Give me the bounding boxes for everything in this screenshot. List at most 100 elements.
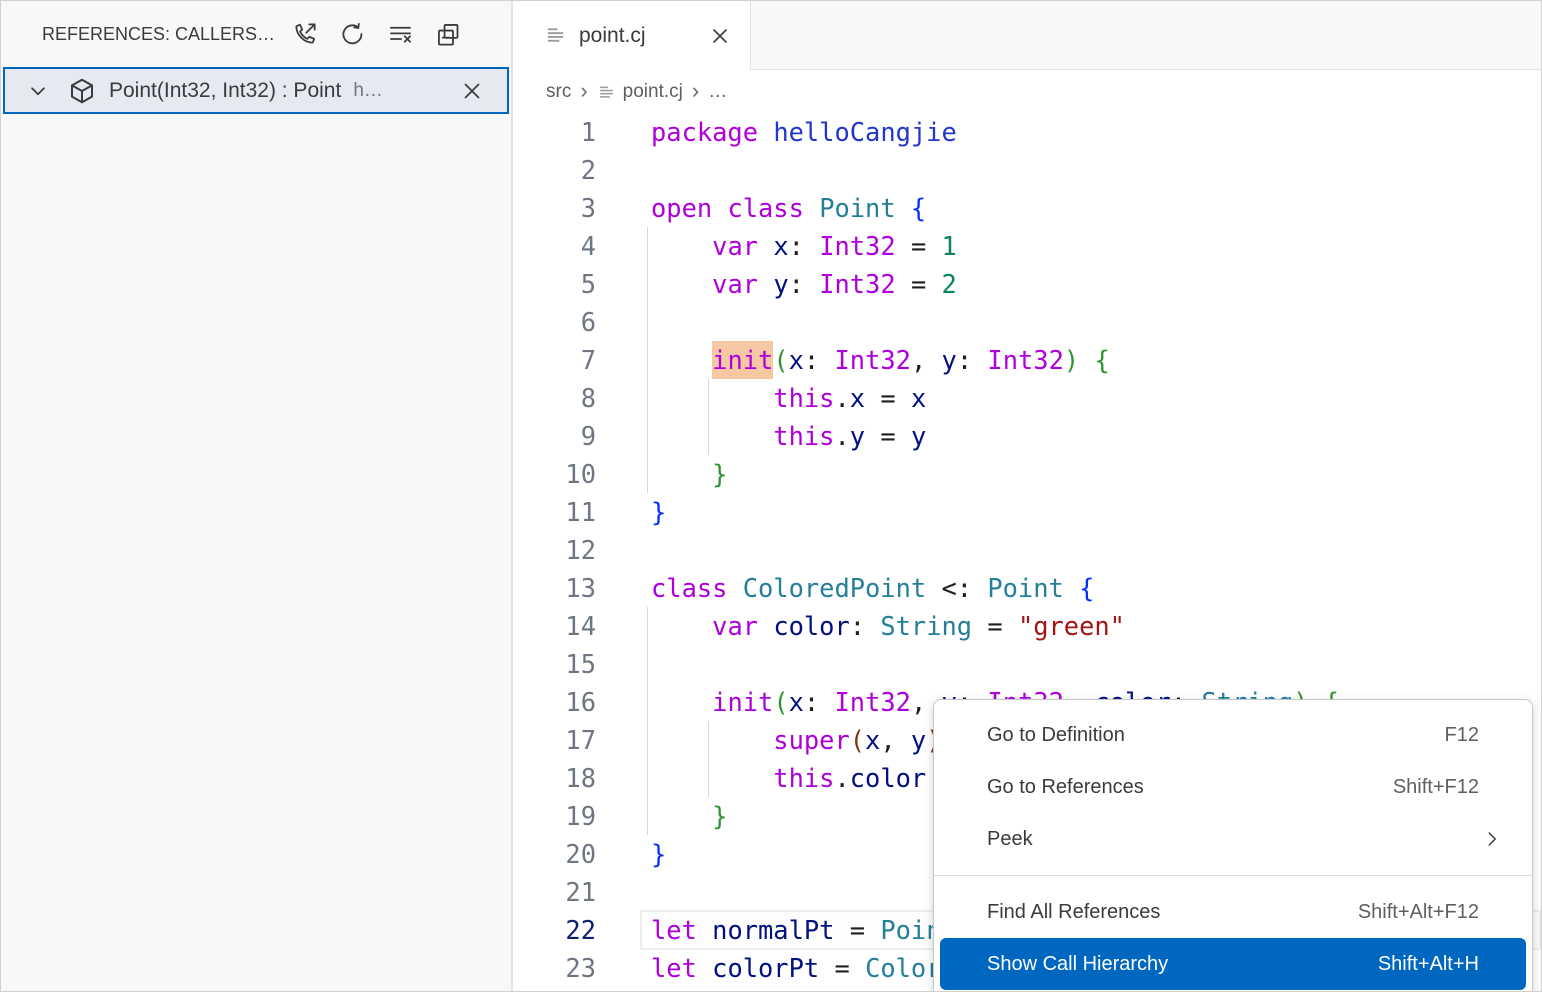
code-token: = xyxy=(880,383,896,413)
code-token: } xyxy=(712,459,728,489)
code-token: var xyxy=(712,231,759,261)
code-text: this.y = y xyxy=(651,417,926,455)
code-text: var y: Int32 = 2 xyxy=(651,265,957,303)
code-token: y xyxy=(941,345,957,375)
line-number: 15 xyxy=(565,649,596,679)
line-number: 22 xyxy=(565,915,596,945)
refresh-button[interactable] xyxy=(335,17,369,51)
clear-results-button[interactable] xyxy=(383,17,417,51)
code-line-12[interactable]: 12 xyxy=(513,531,1541,569)
line-number: 23 xyxy=(565,953,596,983)
code-token: Int32 xyxy=(834,345,911,375)
panel-title: REFERENCES: CALLERS… xyxy=(42,24,276,44)
menu-item-peek[interactable]: Peek xyxy=(940,813,1526,865)
line-number: 16 xyxy=(565,687,596,717)
code-token: init xyxy=(712,687,774,717)
code-line-3[interactable]: 3 open class Point { xyxy=(513,189,1541,227)
code-text: } xyxy=(651,835,666,873)
menu-item-find-all-references[interactable]: Find All References Shift+Alt+F12 xyxy=(940,886,1526,938)
code-line-15[interactable]: 15 xyxy=(513,645,1541,683)
code-token: x xyxy=(910,383,927,413)
collapse-all-icon xyxy=(437,23,458,46)
breadcrumb-item-file[interactable]: point.cj xyxy=(597,81,683,103)
collapse-all-button[interactable] xyxy=(431,17,465,51)
code-token: { xyxy=(1079,573,1095,603)
tab-point-cj[interactable]: point.cj xyxy=(513,1,751,70)
menu-item-go-to-definition[interactable]: Go to Definition F12 xyxy=(940,709,1526,761)
code-token: Point xyxy=(987,573,1064,603)
code-token: . xyxy=(834,383,850,413)
code-text: } xyxy=(651,493,666,531)
code-token: ( xyxy=(773,345,789,375)
code-token: colorPt xyxy=(712,953,820,983)
code-token: : xyxy=(803,345,820,375)
code-token: x xyxy=(865,725,881,755)
code-text: package helloCangjie xyxy=(651,113,957,151)
code-token: . xyxy=(834,763,850,793)
code-token: 2 xyxy=(941,269,957,299)
code-text: this.x = x xyxy=(651,379,926,417)
code-token: : xyxy=(788,269,804,299)
close-icon[interactable] xyxy=(708,24,732,48)
code-line-5[interactable]: 5 var y: Int32 = 2 xyxy=(513,265,1541,303)
code-token: ColoredPoint xyxy=(742,573,927,603)
code-line-10[interactable]: 10 } xyxy=(513,455,1541,493)
code-line-4[interactable]: 4 var x: Int32 = 1 xyxy=(513,227,1541,265)
code-token: helloCangjie xyxy=(773,117,957,147)
menu-item-shortcut: F12 xyxy=(1444,723,1479,746)
close-icon[interactable] xyxy=(459,78,485,104)
code-line-6[interactable]: 6 xyxy=(513,303,1541,341)
code-line-13[interactable]: 13 class ColoredPoint <: Point { xyxy=(513,569,1541,607)
code-line-2[interactable]: 2 xyxy=(513,151,1541,189)
file-icon xyxy=(599,86,613,98)
code-token: var xyxy=(712,269,759,299)
code-line-14[interactable]: 14 var color: String = "green" xyxy=(513,607,1541,645)
code-token: : xyxy=(788,231,804,261)
line-number: 10 xyxy=(565,459,596,489)
menu-item-show-call-hierarchy[interactable]: Show Call Hierarchy Shift+Alt+H xyxy=(940,938,1526,990)
code-token: = xyxy=(910,231,927,261)
code-line-7[interactable]: 7 init(x: Int32, y: Int32) { xyxy=(513,341,1541,379)
code-token: x xyxy=(773,231,789,261)
line-number: 3 xyxy=(580,193,596,223)
code-line-11[interactable]: 11} xyxy=(513,493,1541,531)
panel-toolbar xyxy=(287,17,465,51)
code-token: this xyxy=(773,383,835,413)
code-text: } xyxy=(651,797,727,835)
code-line-8[interactable]: 8 this.x = x xyxy=(513,379,1541,417)
code-line-1[interactable]: 1 package helloCangjie xyxy=(513,113,1541,151)
code-token: ) xyxy=(1063,345,1080,375)
call-hierarchy-root-item[interactable]: Point(Int32, Int32) : Point h… xyxy=(3,67,509,114)
code-token: , xyxy=(910,687,927,717)
code-token: let xyxy=(651,915,697,945)
code-token: : xyxy=(956,345,973,375)
code-line-9[interactable]: 9 this.y = y xyxy=(513,417,1541,455)
call-outgoing-icon xyxy=(294,22,316,44)
clear-list-icon xyxy=(389,26,411,43)
breadcrumb-item-symbol[interactable]: … xyxy=(708,81,727,103)
menu-item-go-to-references[interactable]: Go to References Shift+F12 xyxy=(940,761,1526,813)
code-token: ( xyxy=(773,687,789,717)
show-outgoing-calls-button[interactable] xyxy=(287,17,321,51)
code-token: y xyxy=(910,421,927,451)
code-text: var color: String = "green" xyxy=(651,607,1125,645)
chevron-down-icon[interactable] xyxy=(25,78,51,104)
menu-item-label: Go to Definition xyxy=(987,723,1125,746)
breadcrumb-item-src[interactable]: src xyxy=(546,81,571,103)
